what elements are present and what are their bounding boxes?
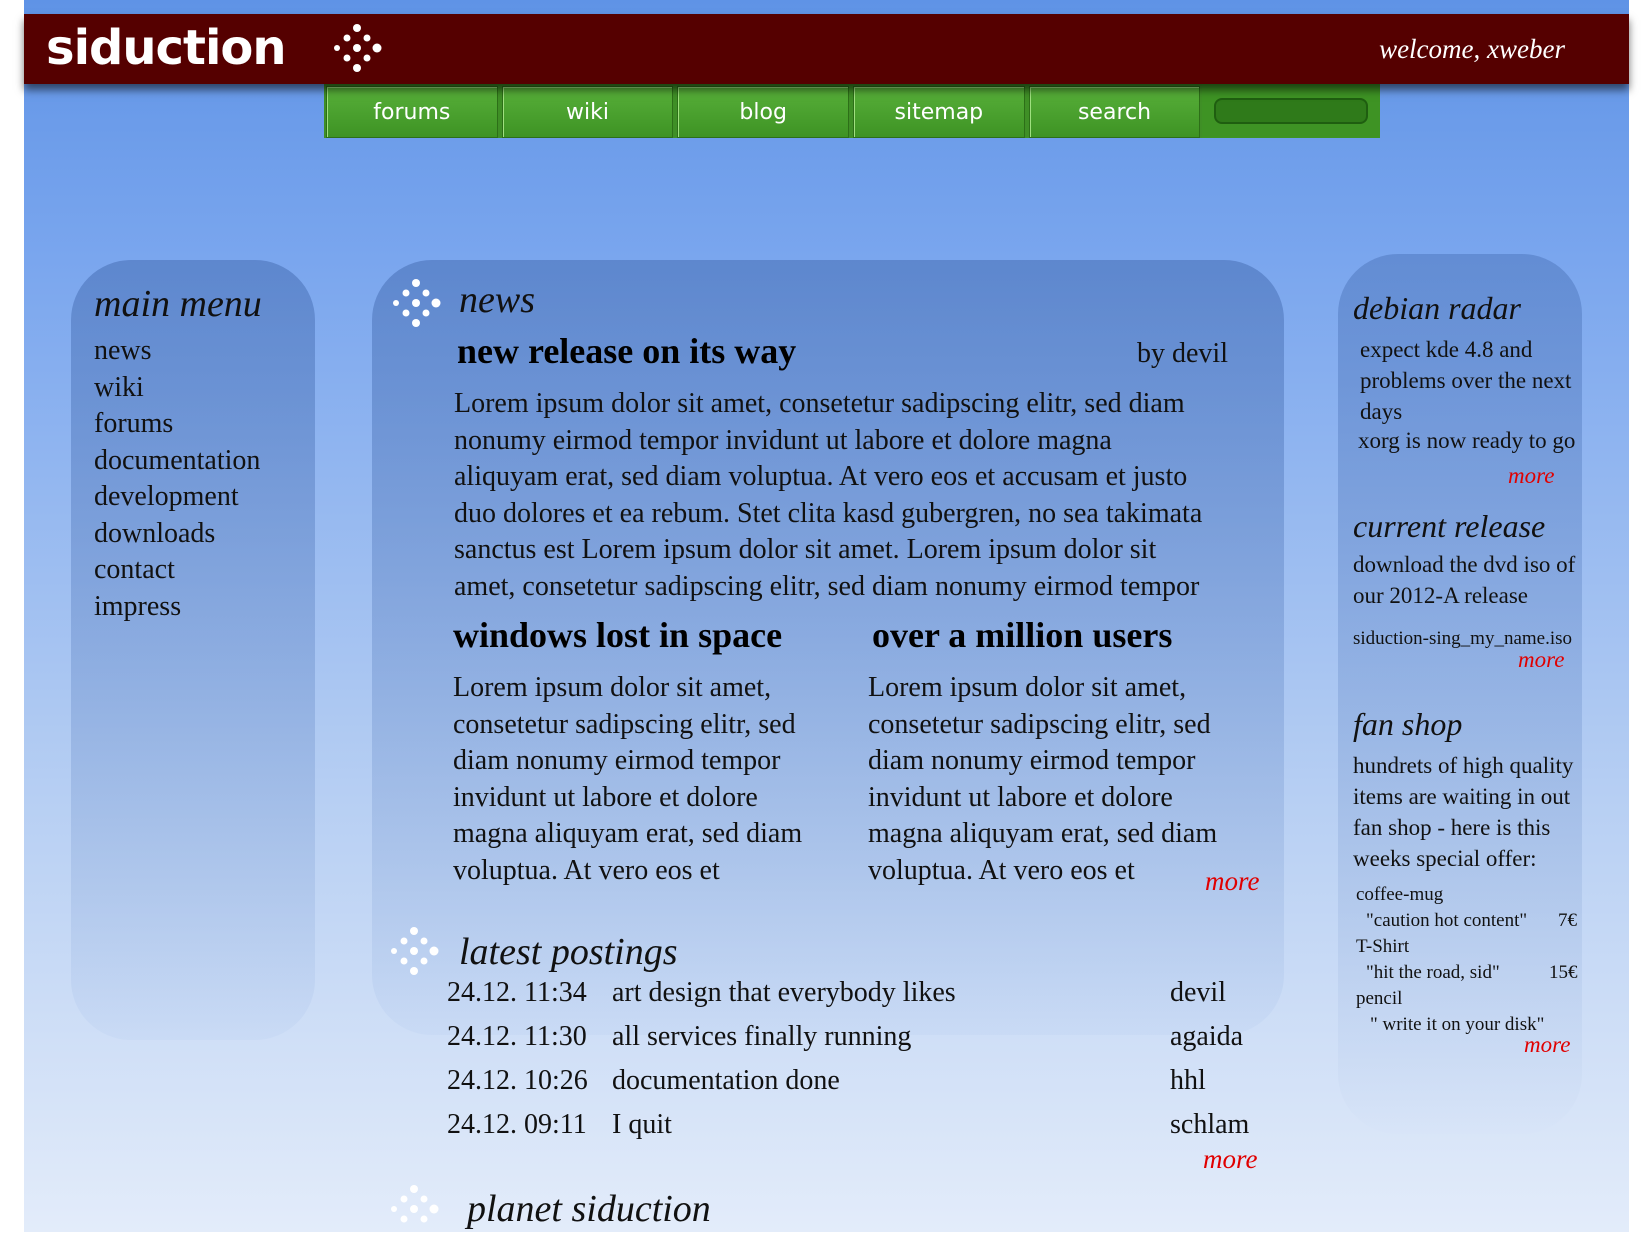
fan-shop-line: items are waiting in out bbox=[1353, 784, 1571, 809]
posting-date: 24.12. 10:26 bbox=[447, 1065, 588, 1096]
news-dots-icon bbox=[393, 279, 441, 327]
news-col2-line: invidunt ut labore et dolore bbox=[868, 781, 1173, 813]
menu-item-wiki[interactable]: wiki bbox=[94, 370, 260, 407]
news-col1-body: Lorem ipsum dolor sit amet, consetetur s… bbox=[453, 670, 853, 889]
news-lead-line: sanctus est Lorem ipsum dolor sit amet. … bbox=[454, 534, 1157, 565]
nav-sitemap[interactable]: sitemap bbox=[853, 86, 1025, 138]
news-col2-line: Lorem ipsum dolor sit amet, bbox=[868, 672, 1187, 703]
fan-shop-line: hundrets of high quality bbox=[1353, 753, 1574, 778]
posting-row[interactable]: 24.12. 10:26 documentation done hhl bbox=[447, 1065, 1267, 1105]
current-release-title: current release bbox=[1353, 508, 1546, 544]
news-col2-line: consetetur sadipscing elitr, sed bbox=[868, 708, 1211, 740]
posting-title[interactable]: art design that everybody likes bbox=[612, 977, 956, 1009]
shop-item-name[interactable]: pencil bbox=[1356, 986, 1402, 1012]
news-col1-line: Lorem ipsum dolor sit amet, bbox=[453, 672, 772, 703]
news-col1-line: diam nonumy eirmod tempor bbox=[453, 745, 781, 776]
shop-item-desc: "hit the road, sid" bbox=[1366, 962, 1500, 983]
posting-author[interactable]: agaida bbox=[1170, 1021, 1243, 1053]
debian-radar-title: debian radar bbox=[1353, 290, 1521, 326]
header-bar: siduction welcome, xweber bbox=[24, 14, 1629, 84]
news-col1-title[interactable]: windows lost in space bbox=[453, 614, 782, 656]
shop-item-desc: "caution hot content" bbox=[1366, 910, 1528, 931]
debian-radar-body: expect kde 4.8 and problems over the nex… bbox=[1358, 334, 1590, 456]
welcome-text: welcome, xweber bbox=[1379, 34, 1565, 64]
current-release-line: download the dvd iso of bbox=[1353, 552, 1576, 577]
debian-radar-line: xorg is now ready to go bbox=[1358, 428, 1576, 453]
menu-item-news[interactable]: news bbox=[94, 333, 260, 370]
news-col1-line: magna aliquyam erat, sed diam bbox=[453, 818, 803, 849]
news-lead-title[interactable]: new release on its way bbox=[457, 330, 796, 372]
news-lead-line: aliquyam erat, sed diam voluptua. At ver… bbox=[454, 461, 1188, 492]
fan-shop-line: weeks special offer: bbox=[1353, 846, 1537, 871]
news-col2-title[interactable]: over a million users bbox=[872, 614, 1172, 656]
fan-shop-body: hundrets of high quality items are waiti… bbox=[1353, 750, 1593, 874]
debian-radar-more-link[interactable]: more bbox=[1508, 463, 1554, 489]
news-col1-line: invidunt ut labore et dolore bbox=[453, 781, 758, 813]
posting-title[interactable]: all services finally running bbox=[612, 1021, 911, 1053]
news-col2-body: Lorem ipsum dolor sit amet, consetetur s… bbox=[868, 670, 1268, 889]
debian-radar-line: days bbox=[1360, 399, 1403, 424]
main-nav: forums wiki blog sitemap search bbox=[324, 84, 1381, 138]
menu-item-development[interactable]: development bbox=[94, 479, 260, 516]
news-lead-line: nonumy eirmod tempor invidunt ut labore … bbox=[454, 424, 1112, 456]
menu-item-documentation[interactable]: documentation bbox=[94, 443, 260, 480]
fan-shop-more-link[interactable]: more bbox=[1524, 1032, 1570, 1058]
shop-item-price: 7€ bbox=[1558, 910, 1577, 931]
news-col2-line: magna aliquyam erat, sed diam bbox=[868, 818, 1218, 849]
nav-forums[interactable]: forums bbox=[326, 86, 498, 138]
menu-item-downloads[interactable]: downloads bbox=[94, 516, 260, 553]
posting-author[interactable]: schlam bbox=[1170, 1109, 1249, 1141]
logo[interactable]: siduction bbox=[46, 20, 287, 76]
logo-dots-icon bbox=[334, 24, 382, 72]
news-more-link[interactable]: more bbox=[1205, 866, 1260, 897]
postings-section-title: latest postings bbox=[459, 931, 678, 973]
posting-row[interactable]: 24.12. 11:34 art design that everybody l… bbox=[447, 977, 1267, 1017]
posting-date: 24.12. 09:11 bbox=[447, 1109, 587, 1140]
current-release-more-link[interactable]: more bbox=[1518, 647, 1564, 673]
news-col1-line: voluptua. At vero eos et bbox=[453, 854, 720, 886]
nav-blog[interactable]: blog bbox=[677, 86, 850, 138]
planet-dots-icon bbox=[391, 1185, 439, 1223]
news-section-title: news bbox=[459, 279, 535, 321]
news-lead-line: amet, consetetur sadipscing elitr, sed d… bbox=[454, 570, 1200, 602]
news-col1-line: consetetur sadipscing elitr, sed bbox=[453, 708, 796, 740]
posting-title[interactable]: documentation done bbox=[612, 1065, 840, 1097]
nav-wiki[interactable]: wiki bbox=[501, 86, 674, 138]
news-lead-line: Lorem ipsum dolor sit amet, consetetur s… bbox=[454, 388, 1185, 419]
postings-dots-icon bbox=[391, 927, 439, 975]
menu-item-contact[interactable]: contact bbox=[94, 552, 260, 589]
posting-author[interactable]: devil bbox=[1170, 977, 1226, 1009]
posting-row[interactable]: 24.12. 11:30 all services finally runnin… bbox=[447, 1021, 1267, 1061]
planet-section-title: planet siduction bbox=[467, 1188, 711, 1230]
news-col2-line: diam nonumy eirmod tempor bbox=[868, 745, 1196, 776]
posting-date: 24.12. 11:30 bbox=[447, 1021, 587, 1052]
shop-item-price: 15€ bbox=[1549, 962, 1578, 983]
posting-title[interactable]: I quit bbox=[612, 1109, 672, 1141]
fan-shop-title: fan shop bbox=[1353, 706, 1463, 742]
debian-radar-line: problems over the next bbox=[1360, 368, 1572, 393]
menu-item-forums[interactable]: forums bbox=[94, 406, 260, 443]
current-release-line: our 2012-A release bbox=[1353, 583, 1528, 608]
shop-item-desc: " write it on your disk" bbox=[1370, 1014, 1545, 1035]
news-lead-author: by devil bbox=[1137, 338, 1228, 369]
nav-search[interactable]: search bbox=[1028, 86, 1201, 138]
shop-item-name[interactable]: T-Shirt bbox=[1356, 934, 1409, 960]
postings-more-link[interactable]: more bbox=[1203, 1144, 1258, 1175]
news-lead-body: Lorem ipsum dolor sit amet, consetetur s… bbox=[454, 386, 1274, 605]
menu-item-impress[interactable]: impress bbox=[94, 589, 260, 626]
main-menu-title: main menu bbox=[94, 283, 262, 325]
fan-shop-line: fan shop - here is this bbox=[1353, 815, 1551, 840]
posting-date: 24.12. 11:34 bbox=[447, 977, 587, 1008]
debian-radar-line: expect kde 4.8 and bbox=[1360, 337, 1533, 362]
main-menu-list: news wiki forums documentation developme… bbox=[94, 333, 260, 625]
shop-item-name[interactable]: coffee-mug bbox=[1356, 882, 1443, 908]
posting-row[interactable]: 24.12. 09:11 I quit schlam bbox=[447, 1109, 1267, 1149]
posting-author[interactable]: hhl bbox=[1170, 1065, 1206, 1097]
current-release-body: download the dvd iso of our 2012-A relea… bbox=[1353, 549, 1593, 611]
news-lead-line: duo dolores et ea rebum. Stet clita kasd… bbox=[454, 497, 1203, 529]
nav-search-container bbox=[1202, 84, 1381, 138]
search-input[interactable] bbox=[1214, 98, 1369, 124]
